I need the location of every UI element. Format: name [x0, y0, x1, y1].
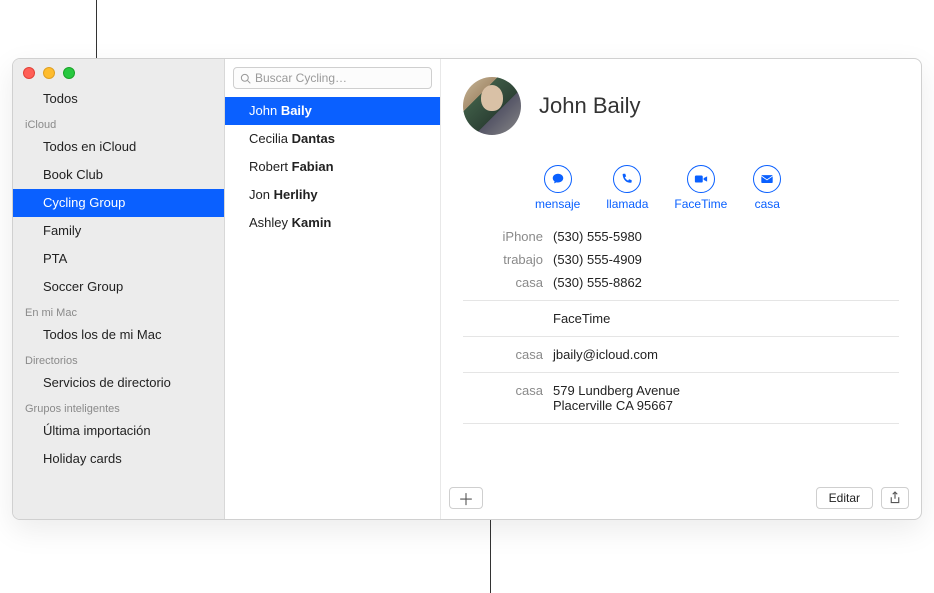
contact-last-name: Fabian [292, 159, 334, 174]
info-value: (530) 555-4909 [553, 252, 642, 267]
message-action[interactable]: mensaje [535, 165, 580, 211]
info-label: trabajo [463, 252, 553, 267]
info-value: jbaily@icloud.com [553, 347, 658, 362]
zoom-window-button[interactable] [63, 67, 75, 79]
action-label: mensaje [535, 197, 580, 211]
contact-row[interactable]: Cecilia Dantas [225, 125, 440, 153]
sidebar-item[interactable]: Family [13, 217, 224, 245]
phone-row[interactable]: trabajo(530) 555-4909 [463, 248, 899, 271]
divider [463, 300, 899, 301]
info-value: 579 Lundberg Avenue Placerville CA 95667 [553, 383, 680, 413]
facetime-row[interactable]: FaceTime [463, 307, 899, 330]
search-icon [240, 73, 251, 84]
phone-row[interactable]: casa(530) 555-8862 [463, 271, 899, 294]
contact-last-name: Kamin [292, 215, 332, 230]
video-icon [694, 172, 708, 186]
contact-last-name: Herlihy [274, 187, 318, 202]
divider [463, 423, 899, 424]
search-input[interactable]: Buscar Cycling… [233, 67, 432, 89]
info-value: (530) 555-8862 [553, 275, 642, 290]
contact-name: John Baily [539, 93, 641, 119]
info-label: casa [463, 275, 553, 290]
window-controls [13, 59, 224, 85]
search-placeholder: Buscar Cycling… [255, 71, 347, 85]
add-button[interactable]: ＋ [449, 487, 483, 509]
address-line2: Placerville CA 95667 [553, 398, 680, 413]
plus-icon: ＋ [458, 486, 474, 510]
sidebar-item[interactable]: Cycling Group [13, 189, 224, 217]
contact-first-name: Jon [249, 187, 274, 202]
contact-detail-pane: John Baily mensaje llamada FaceTime casa… [441, 59, 921, 519]
share-icon [889, 491, 901, 505]
email-action[interactable]: casa [753, 165, 781, 211]
contact-last-name: Dantas [292, 131, 335, 146]
contact-row[interactable]: Robert Fabian [225, 153, 440, 181]
minimize-window-button[interactable] [43, 67, 55, 79]
call-action[interactable]: llamada [606, 165, 648, 211]
info-label [463, 311, 553, 326]
info-value: (530) 555-5980 [553, 229, 642, 244]
contact-first-name: Cecilia [249, 131, 292, 146]
share-button[interactable] [881, 487, 909, 509]
info-label: iPhone [463, 229, 553, 244]
detail-footer: ＋ Editar [449, 487, 909, 509]
sidebar-item[interactable]: PTA [13, 245, 224, 273]
sidebar-item-all[interactable]: Todos [13, 85, 224, 113]
sidebar-section-header: Directorios [13, 349, 224, 369]
sidebar-item[interactable]: Holiday cards [13, 445, 224, 473]
sidebar-item[interactable]: Book Club [13, 161, 224, 189]
contacts-window: Todos iCloudTodos en iCloudBook ClubCycl… [12, 58, 922, 520]
callout-line-top [96, 0, 97, 58]
contact-list: John BailyCecilia DantasRobert FabianJon… [225, 93, 440, 237]
sidebar-item[interactable]: Servicios de directorio [13, 369, 224, 397]
action-label: FaceTime [674, 197, 727, 211]
contact-actions: mensaje llamada FaceTime casa [535, 165, 899, 211]
address-line1: 579 Lundberg Avenue [553, 383, 680, 398]
callout-line-bottom [490, 520, 491, 593]
sidebar-item[interactable]: Última importación [13, 417, 224, 445]
action-label: casa [755, 197, 780, 211]
phone-row[interactable]: iPhone(530) 555-5980 [463, 225, 899, 248]
sidebar-item[interactable]: Todos en iCloud [13, 133, 224, 161]
info-label: casa [463, 383, 553, 413]
sidebar-section-header: iCloud [13, 113, 224, 133]
avatar[interactable] [463, 77, 521, 135]
divider [463, 372, 899, 373]
action-label: llamada [606, 197, 648, 211]
info-label: casa [463, 347, 553, 362]
edit-button[interactable]: Editar [816, 487, 873, 509]
contact-row[interactable]: Jon Herlihy [225, 181, 440, 209]
sidebar-section-header: Grupos inteligentes [13, 397, 224, 417]
contact-row[interactable]: Ashley Kamin [225, 209, 440, 237]
email-row[interactable]: casa jbaily@icloud.com [463, 343, 899, 366]
mail-icon [760, 172, 774, 186]
contact-row[interactable]: John Baily [225, 97, 440, 125]
divider [463, 336, 899, 337]
contact-first-name: Robert [249, 159, 292, 174]
sidebar: Todos iCloudTodos en iCloudBook ClubCycl… [13, 59, 225, 519]
contact-first-name: John [249, 103, 281, 118]
sidebar-item[interactable]: Soccer Group [13, 273, 224, 301]
address-row[interactable]: casa 579 Lundberg Avenue Placerville CA … [463, 379, 899, 417]
close-window-button[interactable] [23, 67, 35, 79]
phone-icon [620, 172, 634, 186]
info-value: FaceTime [553, 311, 610, 326]
contact-last-name: Baily [281, 103, 312, 118]
contact-first-name: Ashley [249, 215, 292, 230]
contact-list-pane: Buscar Cycling… John BailyCecilia Dantas… [225, 59, 441, 519]
sidebar-item[interactable]: Todos los de mi Mac [13, 321, 224, 349]
sidebar-section-header: En mi Mac [13, 301, 224, 321]
message-icon [551, 172, 565, 186]
facetime-action[interactable]: FaceTime [674, 165, 727, 211]
